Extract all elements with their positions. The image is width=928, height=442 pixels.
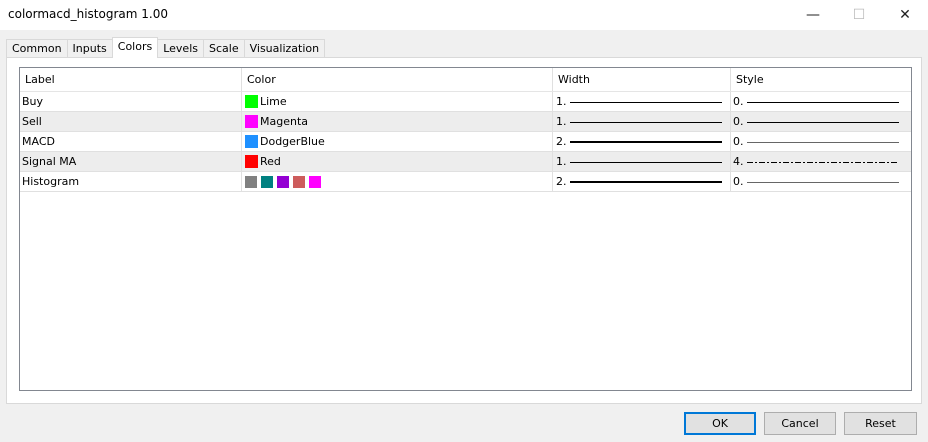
tab-scale[interactable]: Scale xyxy=(203,39,245,59)
style-cell[interactable]: 0. xyxy=(731,172,911,191)
style-cell[interactable]: 4. xyxy=(731,152,911,171)
width-cell[interactable]: 1. xyxy=(553,152,731,171)
width-value: 1. xyxy=(556,155,567,168)
style-value: 0. xyxy=(733,135,744,148)
width-value: 2. xyxy=(556,175,567,188)
width-line-preview xyxy=(570,120,722,124)
ok-button[interactable]: OK xyxy=(684,412,756,435)
color-swatch[interactable] xyxy=(245,95,258,108)
color-swatch[interactable] xyxy=(277,175,289,188)
tab-inputs[interactable]: Inputs xyxy=(66,39,113,59)
style-line-preview xyxy=(747,180,899,184)
minimize-icon[interactable]: — xyxy=(790,0,836,30)
width-cell[interactable]: 1. xyxy=(553,112,731,131)
window-title: colormacd_histogram 1.00 xyxy=(8,7,168,21)
table-row-buy[interactable]: Buy Lime 1. 0. xyxy=(20,92,911,112)
table-row-macd[interactable]: MACD DodgerBlue 2. 0. xyxy=(20,132,911,152)
color-swatch[interactable] xyxy=(245,155,258,168)
width-line-preview xyxy=(570,180,722,184)
tab-colors[interactable]: Colors xyxy=(111,37,159,58)
color-cell[interactable]: DodgerBlue xyxy=(242,132,553,151)
table-row-histogram[interactable]: Histogram 2. 0. xyxy=(20,172,911,192)
style-cell[interactable]: 0. xyxy=(731,112,911,131)
tab-common[interactable]: Common xyxy=(6,39,68,59)
table-row-sell[interactable]: Sell Magenta 1. 0. xyxy=(20,112,911,132)
width-cell[interactable]: 2. xyxy=(553,132,731,151)
tab-visualization[interactable]: Visualization xyxy=(243,39,326,59)
colors-grid: Label Color Width Style Buy Lime 1. 0. S… xyxy=(19,67,912,391)
color-name: Lime xyxy=(260,95,287,108)
row-label: Histogram xyxy=(20,172,242,191)
color-swatch[interactable] xyxy=(261,175,273,188)
color-name: Red xyxy=(260,155,281,168)
header-label[interactable]: Label xyxy=(20,68,242,91)
table-row-signal-ma[interactable]: Signal MA Red 1. 4. xyxy=(20,152,911,172)
color-swatch[interactable] xyxy=(245,115,258,128)
style-line-preview xyxy=(747,160,899,164)
color-name: DodgerBlue xyxy=(260,135,325,148)
width-value: 1. xyxy=(556,95,567,108)
color-name: Magenta xyxy=(260,115,309,128)
style-value: 0. xyxy=(733,95,744,108)
colors-panel: Label Color Width Style Buy Lime 1. 0. S… xyxy=(6,57,922,404)
header-style[interactable]: Style xyxy=(731,68,911,91)
row-label: Buy xyxy=(20,92,242,111)
reset-button[interactable]: Reset xyxy=(844,412,917,435)
color-swatch[interactable] xyxy=(293,175,305,188)
width-line-preview xyxy=(570,160,722,164)
style-line-preview xyxy=(747,120,899,124)
style-value: 0. xyxy=(733,175,744,188)
cancel-button[interactable]: Cancel xyxy=(764,412,836,435)
width-line-preview xyxy=(570,100,722,104)
color-swatch[interactable] xyxy=(309,175,321,188)
color-swatch[interactable] xyxy=(245,135,258,148)
color-cell[interactable] xyxy=(242,172,553,191)
style-cell[interactable]: 0. xyxy=(731,92,911,111)
color-cell[interactable]: Red xyxy=(242,152,553,171)
maximize-icon[interactable]: ☐ xyxy=(836,0,882,30)
tab-bar: Common Inputs Colors Levels Scale Visual… xyxy=(6,37,326,59)
header-color[interactable]: Color xyxy=(242,68,553,91)
width-value: 1. xyxy=(556,115,567,128)
style-line-preview xyxy=(747,100,899,104)
style-value: 4. xyxy=(733,155,744,168)
grid-header: Label Color Width Style xyxy=(20,68,911,92)
row-label: MACD xyxy=(20,132,242,151)
style-value: 0. xyxy=(733,115,744,128)
color-swatch[interactable] xyxy=(245,175,257,188)
width-value: 2. xyxy=(556,135,567,148)
width-line-preview xyxy=(570,140,722,144)
title-bar: colormacd_histogram 1.00 — ☐ ✕ xyxy=(0,0,928,30)
style-line-preview xyxy=(747,140,899,144)
color-cell[interactable]: Lime xyxy=(242,92,553,111)
close-icon[interactable]: ✕ xyxy=(882,0,928,30)
row-label: Signal MA xyxy=(20,152,242,171)
row-label: Sell xyxy=(20,112,242,131)
tab-levels[interactable]: Levels xyxy=(157,39,204,59)
color-cell[interactable]: Magenta xyxy=(242,112,553,131)
style-cell[interactable]: 0. xyxy=(731,132,911,151)
width-cell[interactable]: 1. xyxy=(553,92,731,111)
header-width[interactable]: Width xyxy=(553,68,731,91)
width-cell[interactable]: 2. xyxy=(553,172,731,191)
